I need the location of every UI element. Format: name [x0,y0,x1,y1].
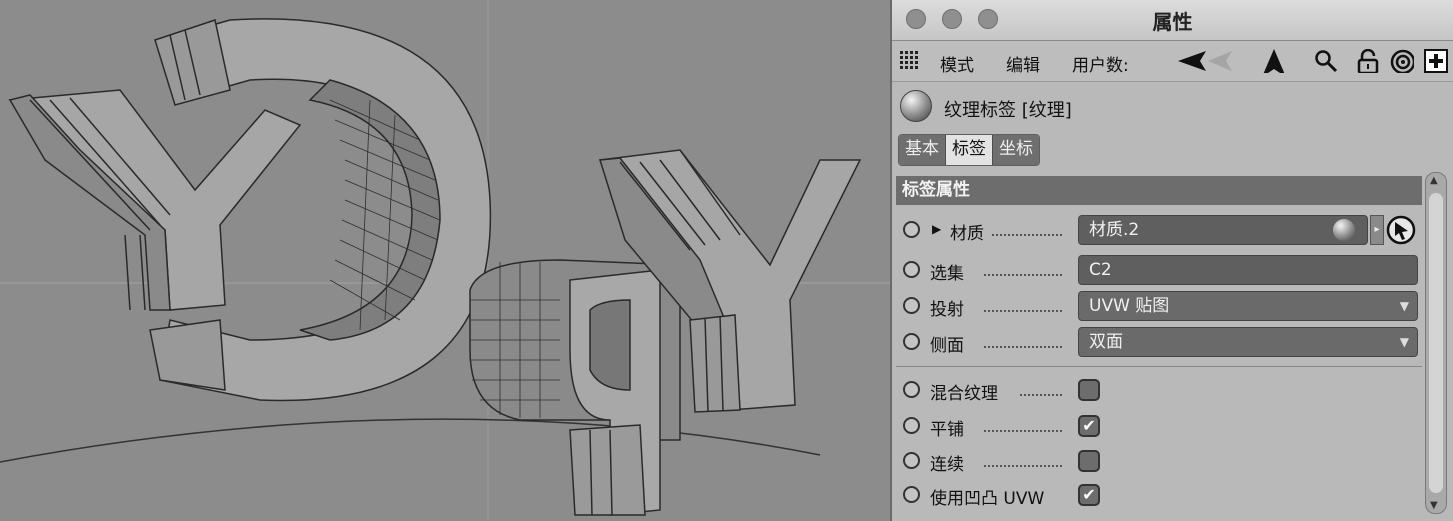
material-field[interactable]: 材质.2 [1078,215,1368,245]
tab-tag[interactable]: 标签 [946,135,993,165]
leader-dots [984,463,1062,467]
section-header[interactable]: 标签属性 [896,176,1422,205]
material-menu-button[interactable]: ▸ [1370,215,1384,245]
scroll-thumb[interactable] [1429,193,1443,493]
scroll-up-icon[interactable]: ▲ [1430,175,1438,186]
chevron-down-icon: ▼ [1399,335,1409,349]
use-bump-uvw-row: 使用凹凸 UVW ✔ [892,477,1422,513]
use-bump-uvw-label: 使用凹凸 UVW [930,489,1045,509]
up-arrow-icon[interactable] [1262,49,1286,73]
tile-keyframe-radio[interactable] [903,417,920,434]
seamless-label: 连续 [930,455,964,475]
material-ball-icon [1333,219,1355,241]
viewport-scene [0,0,890,521]
texture-tag-icon [900,90,932,122]
expand-triangle-icon[interactable]: ▶ [932,222,941,236]
grid-icon[interactable] [900,51,924,75]
side-row: 侧面 双面 ▼ [892,324,1422,360]
attributes-panel: 属性 模式 编辑 用户数: 纹理标签 [纹理] 基本 标签 坐标 标签属性 ▲ … [890,0,1453,521]
use-bump-uvw-checkbox[interactable]: ✔ [1078,484,1100,506]
object-title: 纹理标签 [纹理] [944,100,1072,121]
back-arrow-icon[interactable] [1176,49,1236,73]
mix-textures-row: 混合纹理 [892,372,1422,408]
mix-textures-keyframe-radio[interactable] [903,381,920,398]
projection-dropdown[interactable]: UVW 贴图 ▼ [1078,291,1418,321]
side-value: 双面 [1089,332,1123,352]
window-title: 属性 [1152,10,1193,34]
window-titlebar: 属性 [892,0,1453,41]
tab-coords[interactable]: 坐标 [993,135,1039,165]
side-label: 侧面 [930,336,964,356]
side-dropdown[interactable]: 双面 ▼ [1078,327,1418,357]
material-row: ▶ 材质 材质.2 ▸ [892,212,1422,248]
menu-mode[interactable]: 模式 [940,51,974,76]
lock-icon[interactable] [1356,49,1380,73]
menu-user-data[interactable]: 用户数: [1072,51,1129,76]
leader-dots [984,308,1062,312]
checkmark-icon: ✔ [1082,416,1096,435]
selection-keyframe-radio[interactable] [903,261,920,278]
letter-q [469,259,681,516]
tab-bar: 基本 标签 坐标 [898,134,1040,166]
material-keyframe-radio[interactable] [903,221,920,238]
seamless-row: 连续 [892,443,1422,479]
leader-dots [992,232,1062,236]
tile-label: 平铺 [930,420,964,440]
chevron-down-icon: ▼ [1399,299,1409,313]
checkmark-icon: ✔ [1082,485,1096,504]
target-icon[interactable] [1390,49,1414,73]
mix-textures-checkbox[interactable] [1078,379,1100,401]
scroll-down-icon[interactable]: ▼ [1430,500,1438,511]
projection-label: 投射 [930,300,964,320]
selection-label: 选集 [930,264,964,284]
seamless-checkbox[interactable] [1078,450,1100,472]
menu-edit[interactable]: 编辑 [1006,51,1040,76]
projection-value: UVW 贴图 [1089,296,1170,316]
tile-row: 平铺 ✔ [892,408,1422,444]
tile-checkbox[interactable]: ✔ [1078,415,1100,437]
add-panel-icon[interactable] [1424,49,1448,73]
divider [896,366,1422,367]
projection-row: 投射 UVW 贴图 ▼ [892,288,1422,324]
seamless-keyframe-radio[interactable] [903,452,920,469]
material-label: 材质 [950,224,984,244]
scrollbar[interactable]: ▲ ▼ [1425,172,1447,514]
tab-basic[interactable]: 基本 [899,135,946,165]
leader-dots [984,428,1062,432]
object-header: 纹理标签 [纹理] [892,84,1453,130]
leader-dots [984,344,1062,348]
pick-cursor-icon[interactable] [1386,215,1416,245]
side-keyframe-radio[interactable] [903,333,920,350]
toolbar: 模式 编辑 用户数: [892,41,1453,82]
3d-viewport[interactable] [0,0,890,521]
material-value: 材质.2 [1089,220,1140,240]
mix-textures-label: 混合纹理 [930,384,998,404]
letter-y-left [8,89,302,311]
selection-field[interactable]: C2 [1078,255,1418,285]
selection-row: 选集 C2 [892,252,1422,288]
leader-dots [984,272,1062,276]
use-bump-uvw-keyframe-radio[interactable] [903,486,920,503]
search-icon[interactable] [1314,49,1338,73]
selection-value: C2 [1089,260,1112,280]
projection-keyframe-radio[interactable] [903,297,920,314]
leader-dots [1020,392,1062,396]
